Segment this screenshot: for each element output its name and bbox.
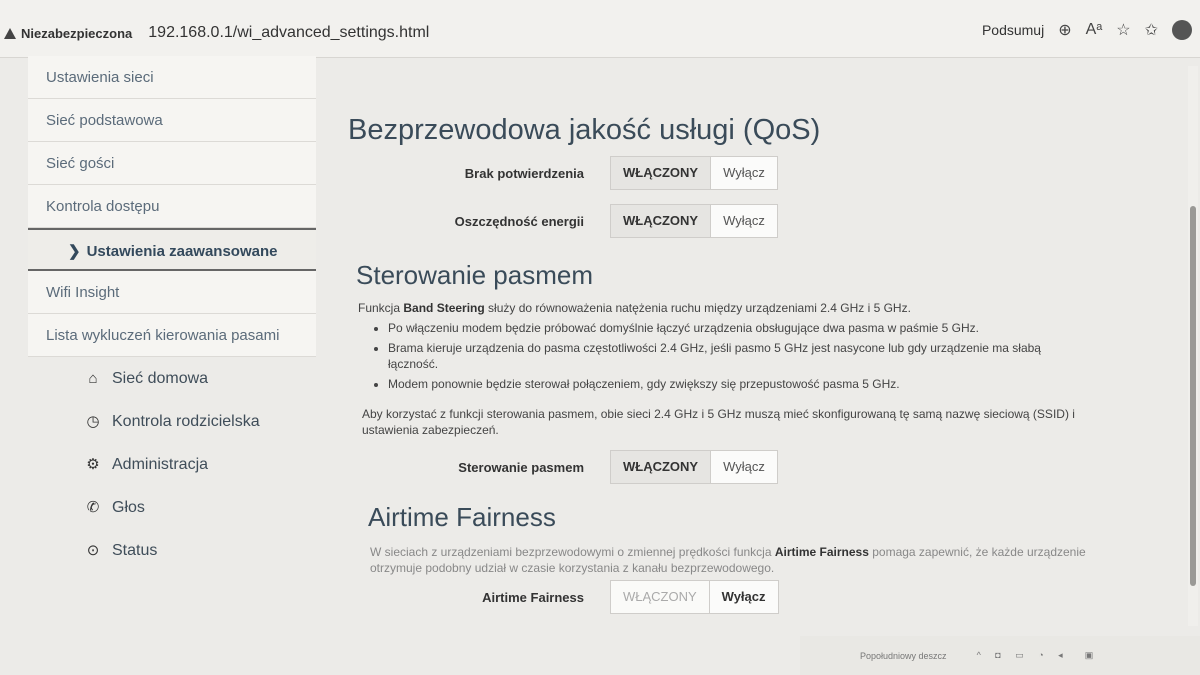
chevron-right-icon: ❯	[68, 243, 81, 260]
security-label: Niezabezpieczona	[21, 25, 133, 41]
no-ack-row: Brak potwierdzenia WŁĄCZONY Wyłącz	[330, 156, 778, 190]
security-indicator[interactable]: Niezabezpieczona	[0, 26, 132, 41]
phone-icon: ✆	[86, 499, 100, 516]
favorite-star-icon[interactable]: ☆	[1116, 20, 1130, 40]
power-save-label: Oszczędność energii	[454, 213, 584, 229]
intro-text-rest: służy do równoważenia natężenia ruchu mi…	[484, 301, 911, 315]
translate-icon[interactable]: ⊕	[1058, 20, 1071, 40]
sidebar-item-label: Status	[112, 542, 158, 559]
browser-tools: Podsumuj ⊕ Aᵃ ☆ ✩	[982, 20, 1192, 40]
airtime-row: Airtime Fairness WŁĄCZONY Wyłącz	[330, 580, 779, 614]
power-save-off-button[interactable]: Wyłącz	[711, 205, 777, 237]
band-steering-toggle[interactable]: WŁĄCZONY Wyłącz	[610, 450, 778, 484]
sidebar-item-voice[interactable]: ✆ Głos	[28, 486, 316, 529]
intro-text: Funkcja	[358, 301, 404, 315]
sidebar-item-advanced-settings[interactable]: ❯ Ustawienia zaawansowane	[28, 228, 316, 271]
sidebar-item-label: Administracja	[112, 456, 209, 473]
intro-bold: Band Steering	[403, 301, 485, 315]
notification-icon[interactable]: ▣	[1085, 650, 1094, 661]
warning-icon	[4, 27, 16, 39]
band-steering-on-button[interactable]: WŁĄCZONY	[611, 451, 712, 483]
sidebar-item-network-settings[interactable]: Ustawienia sieci	[28, 56, 316, 99]
no-ack-toggle[interactable]: WŁĄCZONY Wyłącz	[610, 156, 778, 190]
sidebar-item-administration[interactable]: ⚙ Administracja	[28, 443, 316, 486]
sidebar-item-label: Ustawienia zaawansowane	[86, 243, 278, 260]
no-ack-label: Brak potwierdzenia	[464, 165, 584, 181]
no-ack-off-button[interactable]: Wyłącz	[711, 157, 777, 189]
weather-widget[interactable]: Popołudniowy deszcz	[860, 651, 947, 661]
url-text[interactable]: 192.168.0.1/wi_advanced_settings.html	[148, 24, 429, 42]
band-steering-off-button[interactable]: Wyłącz	[711, 451, 777, 483]
power-save-row: Oszczędność energii WŁĄCZONY Wyłącz	[330, 204, 778, 238]
band-steering-title: Sterowanie pasmem	[356, 260, 593, 290]
sidebar-item-status[interactable]: ⊙ Status	[28, 529, 316, 572]
list-item: Modem ponownie będzie sterował połączeni…	[388, 376, 1092, 392]
browser-toolbar: Niezabezpieczona 192.168.0.1/wi_advanced…	[0, 0, 1200, 58]
sidebar-item-basic-network[interactable]: Sieć podstawowa	[28, 99, 316, 142]
main-content: Bezprzewodowa jakość usługi (QoS) Brak p…	[330, 56, 1150, 636]
sidebar-item-parental-control[interactable]: ◷ Kontrola rodzicielska	[28, 400, 316, 443]
list-item: Brama kieruje urządzenia do pasma często…	[388, 340, 1092, 372]
sidebar-item-guest-network[interactable]: Sieć gości	[28, 142, 316, 185]
airtime-toggle[interactable]: WŁĄCZONY Wyłącz	[610, 580, 779, 614]
power-save-toggle[interactable]: WŁĄCZONY Wyłącz	[610, 204, 778, 238]
system-tray-icons[interactable]: ^ ◘ ▭ ◔ ◂	[977, 650, 1069, 661]
airtime-off-button[interactable]: Wyłącz	[709, 581, 778, 613]
scrollbar[interactable]	[1188, 66, 1198, 626]
summarize-button[interactable]: Podsumuj	[982, 22, 1044, 38]
band-steering-bullets: Po włączeniu modem będzie próbować domyś…	[372, 320, 1092, 396]
airtime-title: Airtime Fairness	[368, 502, 556, 532]
profile-avatar[interactable]	[1172, 20, 1192, 40]
sidebar-item-label: Głos	[112, 499, 145, 516]
band-steering-intro: Funkcja Band Steering służy do równoważe…	[358, 300, 1098, 316]
band-steering-note: Aby korzystać z funkcji sterowania pasme…	[362, 407, 1075, 437]
sidebar-item-access-control[interactable]: Kontrola dostępu	[28, 185, 316, 228]
clock-icon: ◷	[86, 413, 100, 430]
power-save-on-button[interactable]: WŁĄCZONY	[611, 205, 712, 237]
sidebar: Ustawienia sieci Sieć podstawowa Sieć go…	[28, 56, 316, 616]
home-icon: ⌂	[88, 370, 98, 387]
sidebar-item-wifi-insight[interactable]: Wifi Insight	[28, 271, 316, 314]
favorites-icon[interactable]: ✩	[1145, 20, 1158, 40]
no-ack-on-button[interactable]: WŁĄCZONY	[611, 157, 712, 189]
airtime-desc-bold: Airtime Fairness	[774, 545, 869, 559]
sidebar-item-label: Kontrola rodzicielska	[112, 413, 260, 430]
scrollbar-thumb[interactable]	[1190, 206, 1196, 586]
status-icon: ⊙	[86, 542, 100, 559]
sidebar-item-label: Sieć domowa	[112, 370, 209, 387]
band-steering-label: Sterowanie pasmem	[458, 459, 584, 475]
airtime-desc-text: W sieciach z urządzeniami bezprzewodowym…	[370, 545, 775, 559]
sidebar-item-band-steering-exclusions[interactable]: Lista wykluczeń kierowania pasami	[28, 314, 316, 357]
gear-icon: ⚙	[86, 456, 100, 473]
list-item: Po włączeniu modem będzie próbować domyś…	[388, 320, 1092, 336]
band-steering-row: Sterowanie pasmem WŁĄCZONY Wyłącz	[330, 450, 778, 484]
airtime-description: W sieciach z urządzeniami bezprzewodowym…	[370, 544, 1110, 576]
page-title: Bezprzewodowa jakość usługi (QoS)	[348, 114, 821, 146]
read-aloud-icon[interactable]: Aᵃ	[1086, 21, 1103, 39]
airtime-label: Airtime Fairness	[482, 589, 584, 605]
sidebar-item-home-network[interactable]: ⌂ Sieć domowa	[28, 357, 316, 400]
taskbar: Popołudniowy deszcz ^ ◘ ▭ ◔ ◂ ▣	[800, 636, 1200, 675]
airtime-on-button[interactable]: WŁĄCZONY	[611, 581, 710, 613]
